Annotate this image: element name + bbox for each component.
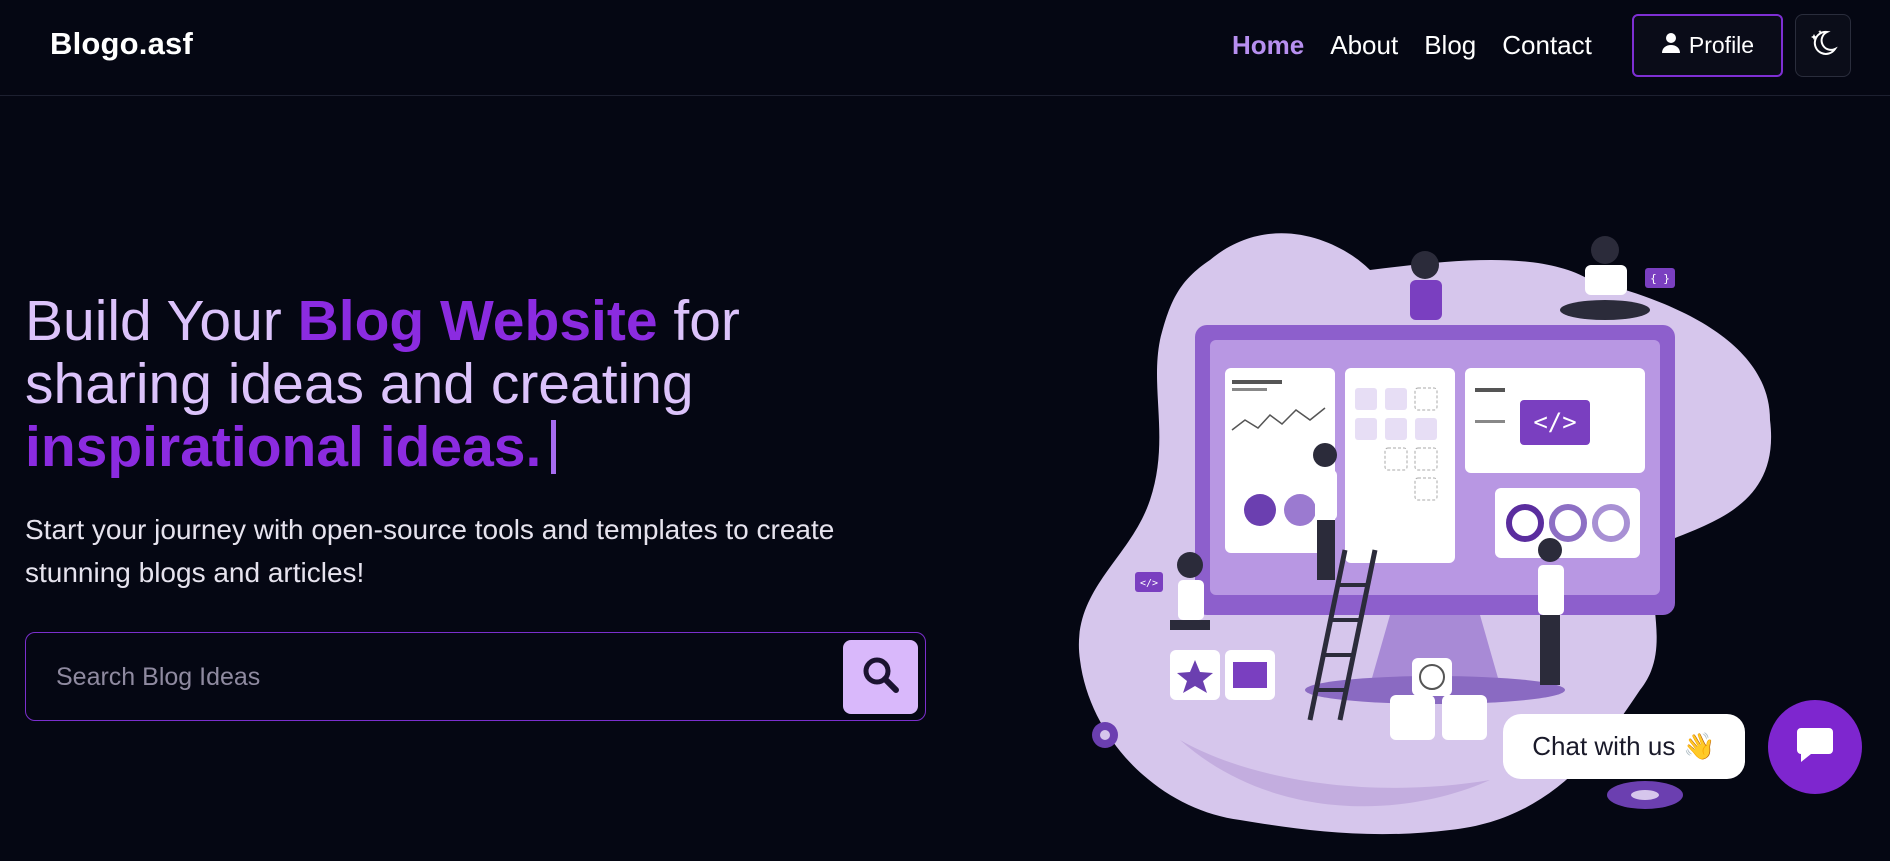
- theme-toggle-button[interactable]: [1795, 14, 1851, 77]
- search-icon: [861, 655, 901, 700]
- svg-text:{ }: { }: [1650, 272, 1670, 285]
- nav-link-home[interactable]: Home: [1232, 28, 1304, 62]
- search-button[interactable]: [843, 640, 918, 714]
- headline-highlight-1: Blog Website: [297, 289, 658, 353]
- search-bar: [25, 632, 926, 721]
- chat-with-us-bubble[interactable]: Chat with us 👋: [1503, 714, 1745, 779]
- profile-button[interactable]: Profile: [1632, 14, 1783, 77]
- svg-text:</>: </>: [1140, 578, 1158, 589]
- top-navbar: Blogo.asf Home About Blog Contact Profil…: [0, 0, 1890, 96]
- typing-caret: [551, 420, 557, 474]
- hero-subtext: Start your journey with open-source tool…: [25, 514, 835, 588]
- chat-label: Chat with us: [1532, 731, 1676, 761]
- nav-link-contact[interactable]: Contact: [1502, 28, 1592, 62]
- search-input[interactable]: [56, 657, 836, 697]
- profile-button-label: Profile: [1688, 32, 1755, 58]
- headline-text-1: Build Your: [25, 289, 298, 353]
- main-nav: Home About Blog Contact: [1232, 28, 1592, 62]
- brand-logo[interactable]: Blogo.asf: [50, 26, 193, 62]
- chat-open-button[interactable]: [1768, 700, 1862, 794]
- wave-emoji: 👋: [1683, 731, 1716, 761]
- nav-link-about[interactable]: About: [1330, 28, 1398, 62]
- chat-bubble-icon: [1795, 726, 1835, 769]
- headline-highlight-2: inspirational ideas.: [25, 415, 542, 479]
- svg-text:</>: </>: [1533, 408, 1576, 436]
- moon-stars-icon: [1807, 27, 1839, 64]
- nav-link-blog[interactable]: Blog: [1424, 28, 1476, 62]
- hero-headline: Build Your Blog Website for sharing idea…: [25, 290, 905, 479]
- user-icon: [1661, 32, 1681, 60]
